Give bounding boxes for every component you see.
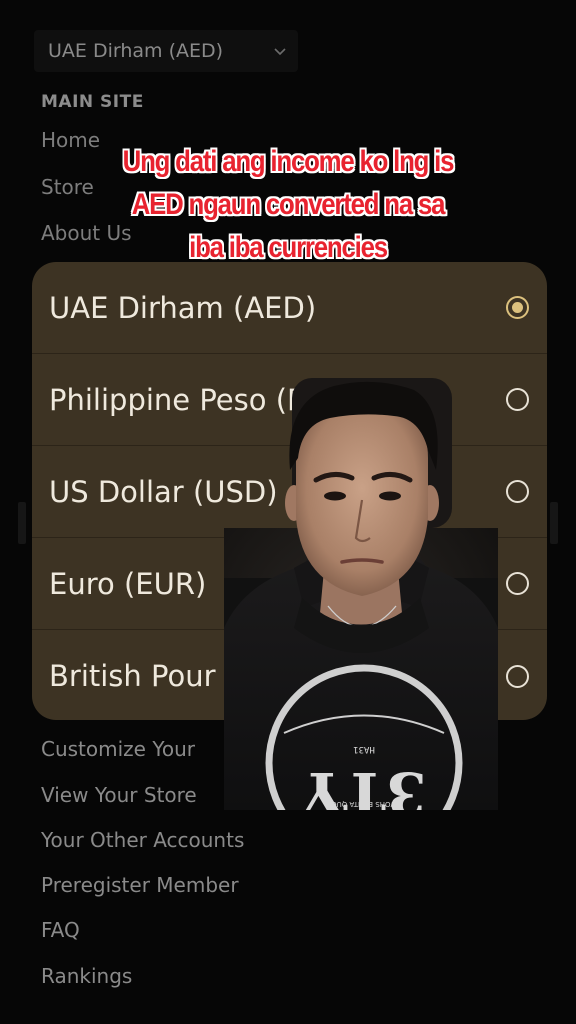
link-faq[interactable]: FAQ bbox=[41, 918, 80, 942]
person-image: HA31 3TY SWOHS EDHTA QUOR bbox=[224, 378, 498, 810]
currency-option-label: British Pour bbox=[49, 659, 216, 693]
link-preregister-member[interactable]: Preregister Member bbox=[41, 873, 239, 897]
app-screen: UAE Dirham (AED) MAIN SITE Home Store Ab… bbox=[0, 0, 576, 1024]
link-view-store[interactable]: View Your Store bbox=[41, 783, 197, 807]
video-caption: Ung dati ang income ko lng is AED ngaun … bbox=[75, 140, 502, 269]
radio-unselected-icon[interactable] bbox=[506, 572, 529, 595]
link-rankings[interactable]: Rankings bbox=[41, 964, 132, 988]
backdrop-edge-right bbox=[550, 502, 558, 544]
caption-line-2: AED ngaun converted na sa bbox=[131, 188, 446, 221]
main-site-heading: MAIN SITE bbox=[41, 92, 144, 112]
radio-selected-icon[interactable] bbox=[506, 296, 529, 319]
currency-select-value: UAE Dirham (AED) bbox=[48, 40, 224, 62]
chevron-down-icon bbox=[274, 42, 286, 60]
radio-unselected-icon[interactable] bbox=[506, 388, 529, 411]
caption-line-1: Ung dati ang income ko lng is bbox=[122, 145, 455, 178]
shirt-print-top: HA31 bbox=[353, 744, 375, 754]
link-other-accounts[interactable]: Your Other Accounts bbox=[41, 828, 244, 852]
currency-option-aed[interactable]: UAE Dirham (AED) bbox=[32, 262, 547, 354]
shirt-print-bottom: SWOHS EDHTA QUOR bbox=[326, 800, 402, 808]
link-customize-store[interactable]: Customize Your bbox=[41, 737, 195, 761]
backdrop-edge-left bbox=[18, 502, 26, 544]
webcam-overlay: HA31 3TY SWOHS EDHTA QUOR bbox=[224, 378, 498, 810]
currency-option-label: UAE Dirham (AED) bbox=[49, 290, 317, 325]
radio-unselected-icon[interactable] bbox=[506, 664, 529, 688]
currency-option-label: Euro (EUR) bbox=[49, 566, 207, 601]
currency-select[interactable]: UAE Dirham (AED) bbox=[34, 30, 298, 72]
caption-line-3: iba iba currencies bbox=[189, 231, 388, 264]
radio-unselected-icon[interactable] bbox=[506, 480, 529, 503]
